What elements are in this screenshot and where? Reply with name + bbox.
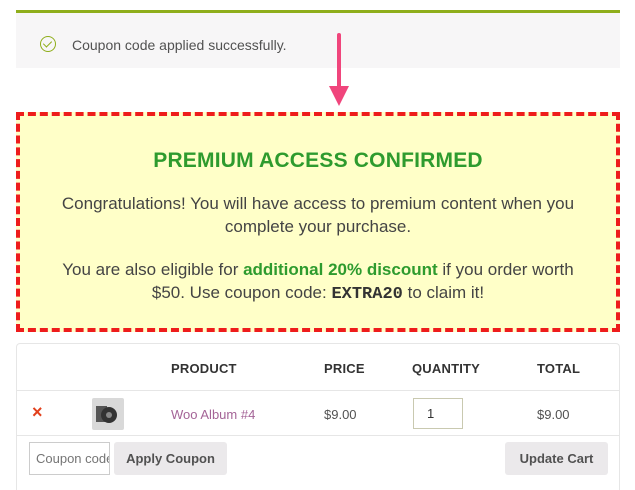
discount-highlight: additional 20% discount [243,260,438,279]
cart-actions-row: Apply Coupon Update Cart [17,436,619,490]
update-cart-button[interactable]: Update Cart [505,442,608,475]
header-price: PRICE [324,361,365,376]
quantity-input[interactable] [413,398,463,429]
premium-title: PREMIUM ACCESS CONFIRMED [153,149,483,172]
product-name-link[interactable]: Woo Album #4 [171,407,255,422]
item-total: $9.00 [537,407,570,422]
discount-text-after: to claim it! [402,283,485,302]
table-row: × Woo Album #4 $9.00 $9.00 [17,391,619,436]
apply-coupon-button[interactable]: Apply Coupon [114,442,227,475]
premium-access-box: PREMIUM ACCESS CONFIRMED Congratulations… [16,112,620,332]
header-total: TOTAL [537,361,581,376]
discount-text-before: You are also eligible for [62,260,244,279]
cart-header-row: PRODUCT PRICE QUANTITY TOTAL [17,344,619,391]
annotation-arrow-shaft [337,33,341,90]
product-thumbnail[interactable] [92,398,124,430]
item-price: $9.00 [324,407,357,422]
header-product: PRODUCT [171,361,237,376]
premium-congrats-text: Congratulations! You will have access to… [61,194,575,236]
remove-item-button[interactable]: × [32,402,43,423]
premium-discount-text: You are also eligible for additional 20%… [50,258,586,306]
coupon-code-text: EXTRA20 [331,285,403,304]
vinyl-disc-icon [101,407,117,423]
notice-message: Coupon code applied successfully. [72,37,287,53]
header-quantity: QUANTITY [412,361,481,376]
cart-table: PRODUCT PRICE QUANTITY TOTAL × Woo Album… [16,343,620,490]
check-circle-icon [40,36,56,52]
arrow-down-icon [329,86,349,106]
success-notice: Coupon code applied successfully. [16,10,620,68]
coupon-code-input[interactable] [29,442,110,475]
